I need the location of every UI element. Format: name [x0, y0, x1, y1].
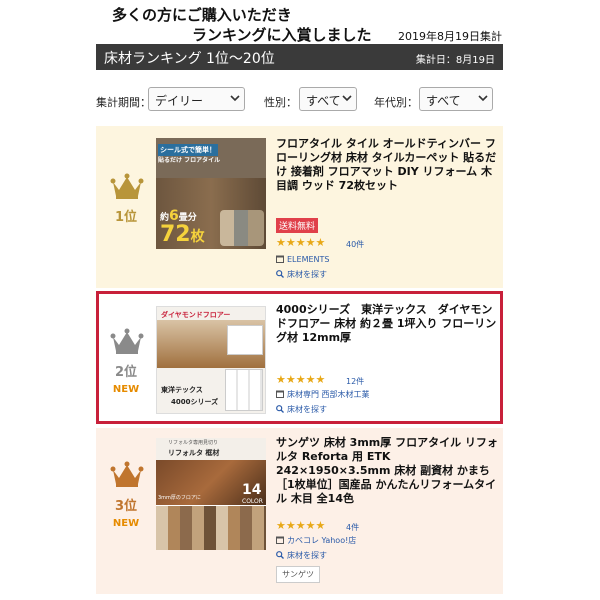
product-title[interactable]: サンゲツ 床材 3mm厚 フロアタイル リフォルタ Reforta 用 ETK … [276, 436, 498, 506]
search-icon [276, 270, 284, 278]
rating-stars: ★★★★★ [276, 373, 326, 386]
search-flooring-link[interactable]: 床材を探す [276, 404, 327, 415]
search-icon [276, 551, 284, 559]
ranking-item-1[interactable]: 1位 シール式で簡単！ 貼るだけ フロアタイル 約6畳分 72枚 フロアタイル … [96, 126, 503, 288]
product-title[interactable]: 4000シリーズ 東洋テックス ダイヤモンドフロアー 床材 約２畳 1坪入り フ… [276, 303, 498, 345]
review-count[interactable]: 40件 [346, 239, 364, 250]
shop-icon [276, 255, 284, 263]
gender-value: すべて [306, 94, 341, 108]
search-flooring-link[interactable]: 床材を探す [276, 550, 327, 561]
image-name: リフォルタ 框材 [168, 449, 220, 457]
ranking-item-2[interactable]: 2位 NEW ダイヤモンドフロアー 東洋テックス 4000シリーズ 4000シリ… [96, 291, 503, 424]
image-heading: ダイヤモンドフロアー [161, 311, 231, 319]
brand-tag[interactable]: サンゲツ [276, 566, 320, 583]
shop-link[interactable]: ELEMENTS [276, 255, 329, 264]
review-count[interactable]: 12件 [346, 376, 364, 387]
gender-label: 性別： [264, 96, 297, 109]
header-line-1: 多くの方にご購入いただき [112, 6, 292, 24]
period-label: 集計期間： [96, 96, 151, 109]
ranking-title: 床材ランキング 1位〜20位 [104, 51, 275, 67]
new-badge: NEW [112, 518, 140, 529]
shop-icon [276, 390, 284, 398]
search-flooring-link[interactable]: 床材を探す [276, 269, 327, 280]
header-line-2: ランキングに入賞しました [192, 26, 372, 44]
period-value: デイリー [155, 94, 204, 108]
new-badge: NEW [112, 384, 140, 395]
tile-swatches [220, 210, 264, 246]
filter-row: 集計期間： デイリー 性別： すべて 年代別： すべて [96, 87, 503, 113]
age-select[interactable]: すべて [419, 87, 493, 111]
image-caption: 貼るだけ フロアタイル [158, 157, 221, 164]
ranking-title-bar: 床材ランキング 1位〜20位 集計日：8月19日 [96, 44, 503, 70]
product-image-1[interactable]: シール式で簡単！ 貼るだけ フロアタイル 約6畳分 72枚 [156, 138, 266, 249]
search-icon [276, 405, 284, 413]
shop-icon [276, 536, 284, 544]
shop-link[interactable]: 床材専門 西部木材工業 [276, 389, 370, 400]
rank-label: 3位 [114, 499, 138, 514]
age-value: すべて [426, 94, 461, 108]
header-date: 2019年8月19日集計 [398, 30, 502, 43]
image-maker: 東洋テックス [161, 386, 203, 394]
review-count[interactable]: 4件 [346, 522, 359, 533]
product-title[interactable]: フロアタイル タイル オールドティンバー フローリング材 床材 タイルカーペット… [276, 137, 498, 193]
age-label: 年代別： [374, 96, 418, 109]
ranking-item-3[interactable]: 3位 NEW リフォルタ専用見切り リフォルタ 框材 14 COLOR 3mm厚… [96, 428, 503, 594]
period-select[interactable]: デイリー [148, 87, 245, 111]
crown-gold-icon [110, 173, 144, 199]
image-color-count: 14 [242, 482, 262, 498]
image-color-label: COLOR [242, 498, 263, 505]
ranking-date: 集計日：8月19日 [415, 55, 495, 66]
rating-stars: ★★★★★ [276, 519, 326, 532]
crown-silver-icon [110, 328, 144, 354]
image-count-text: 72枚 [160, 222, 205, 247]
product-image-3[interactable]: リフォルタ専用見切り リフォルタ 框材 14 COLOR 3mm厚のフロアに [156, 438, 266, 550]
chevron-down-icon [478, 95, 488, 102]
free-shipping-badge: 送料無料 [276, 218, 319, 233]
rank-label: 2位 [114, 365, 138, 380]
image-top-caption: リフォルタ専用見切り [168, 440, 219, 446]
gender-select[interactable]: すべて [299, 87, 357, 111]
chevron-down-icon [342, 95, 352, 102]
rating-stars: ★★★★★ [276, 236, 326, 249]
crown-bronze-icon [110, 461, 144, 487]
shop-link[interactable]: カベコレ Yahoo!店 [276, 535, 356, 546]
chevron-down-icon [230, 95, 240, 102]
rank-label: 1位 [114, 210, 138, 225]
product-image-2[interactable]: ダイヤモンドフロアー 東洋テックス 4000シリーズ [156, 306, 266, 414]
image-sub-caption: 3mm厚のフロアに [158, 495, 201, 501]
image-series: 4000シリーズ [171, 398, 219, 406]
